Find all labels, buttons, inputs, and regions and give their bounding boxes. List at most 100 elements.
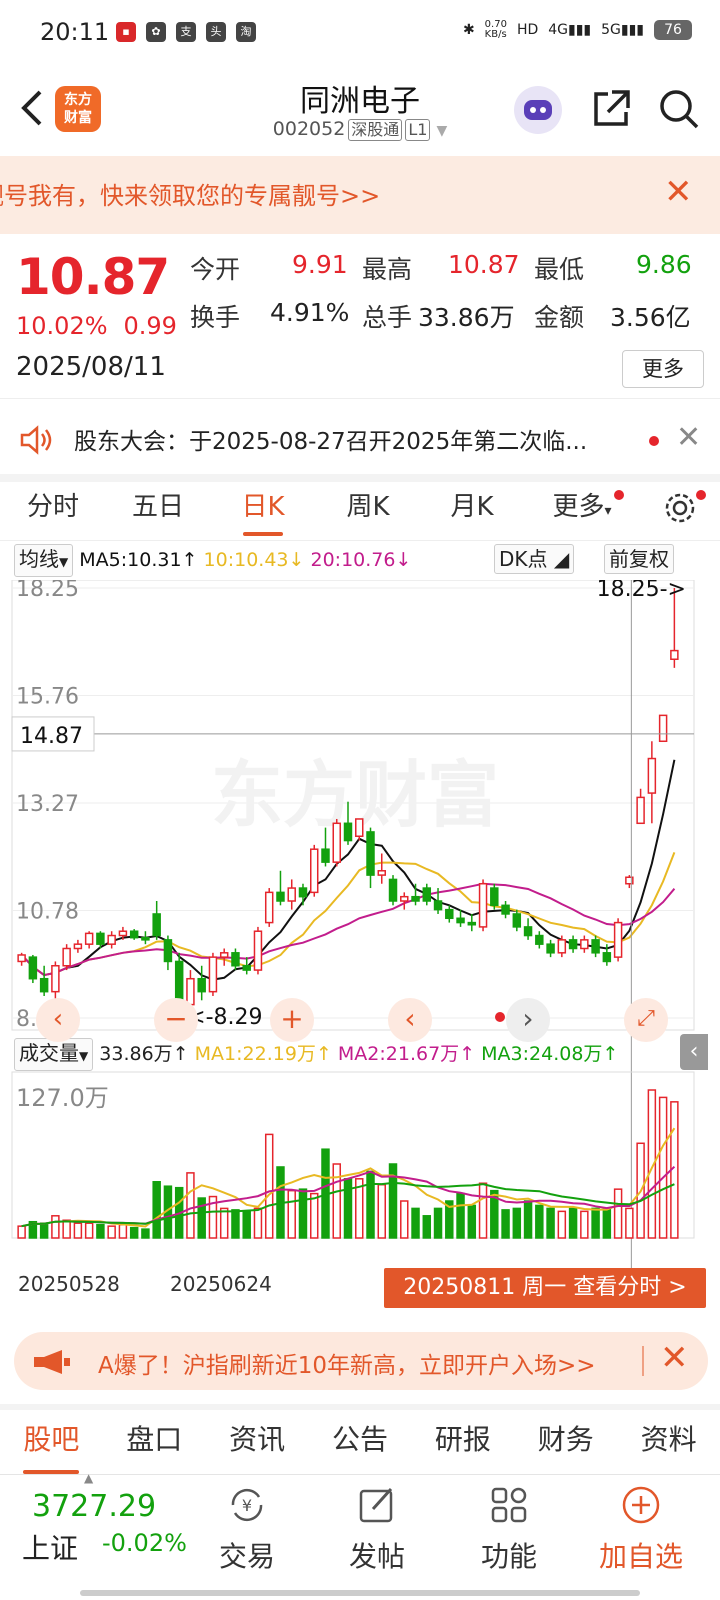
low-label: 最低 bbox=[534, 255, 585, 284]
back-arrow-icon[interactable] bbox=[18, 88, 48, 128]
volume-current: 33.86万↑ bbox=[99, 1043, 189, 1065]
y-tick-label: 10.78 bbox=[16, 900, 79, 925]
adjust-button[interactable]: 前复权 bbox=[604, 544, 674, 574]
volume-max-label: 127.0万 bbox=[16, 1084, 109, 1112]
post-label: 发帖 bbox=[348, 1540, 405, 1573]
chart-settings-button[interactable] bbox=[640, 482, 720, 540]
volume-bar bbox=[219, 1207, 229, 1239]
tab-five-day[interactable]: 五日 bbox=[106, 482, 210, 540]
volume-bar bbox=[51, 1215, 60, 1239]
current-price: 10.87 bbox=[16, 248, 170, 306]
account-promo-banner[interactable]: A爆了！沪指刷新近10年新高，立即开户入场>> ✕ bbox=[14, 1332, 708, 1390]
tab-monthly-k[interactable]: 月K bbox=[420, 482, 524, 540]
scroll-right-button[interactable]: › bbox=[506, 998, 550, 1042]
amount-label: 金额 bbox=[534, 303, 585, 332]
candle-body bbox=[613, 921, 623, 958]
fullscreen-button[interactable]: ⤢ bbox=[624, 998, 668, 1042]
y-tick-label: 13.27 bbox=[16, 792, 79, 817]
index-value[interactable]: 3727.29 bbox=[32, 1489, 156, 1524]
volume-bar bbox=[129, 1226, 139, 1239]
volume-bar bbox=[73, 1222, 83, 1239]
post-button[interactable]: 发帖 bbox=[322, 1475, 432, 1575]
vol-ma3: MA3:24.08万↑ bbox=[481, 1043, 619, 1065]
candle-body bbox=[253, 930, 263, 971]
scroll-left-button[interactable]: ‹ bbox=[388, 998, 432, 1042]
index-name[interactable]: 上证 bbox=[22, 1527, 78, 1567]
candle-body bbox=[568, 939, 578, 950]
close-icon[interactable]: ✕ bbox=[660, 1338, 689, 1378]
volume-selector[interactable]: 成交量▼ bbox=[14, 1038, 94, 1071]
kline-chart[interactable]: 18.2515.7613.2710.788.29东方财富14.8718.25->… bbox=[0, 580, 720, 1300]
close-icon[interactable]: ✕ bbox=[664, 174, 693, 210]
ai-assistant-icon[interactable] bbox=[514, 86, 562, 134]
tab-news[interactable]: 资讯 bbox=[206, 1410, 309, 1474]
functions-button[interactable]: 功能 bbox=[454, 1475, 564, 1575]
crosshair-price-label: 14.87 bbox=[20, 724, 83, 749]
volume-bar bbox=[613, 1188, 623, 1239]
net-speed: 0.70 KB/s bbox=[484, 19, 507, 40]
megaphone-icon bbox=[34, 1350, 70, 1374]
tab-finance[interactable]: 财务 bbox=[514, 1410, 617, 1474]
index-change[interactable]: -0.02% bbox=[102, 1529, 187, 1557]
candle-body bbox=[107, 934, 116, 945]
candle-body bbox=[321, 848, 330, 863]
candle-body bbox=[377, 870, 387, 876]
dk-point-button[interactable]: DK点 ◢ bbox=[494, 544, 575, 574]
history-back-button[interactable]: ‹ bbox=[36, 998, 80, 1042]
tab-profile[interactable]: 资料 bbox=[617, 1410, 720, 1474]
volume-bar bbox=[84, 1222, 94, 1239]
tab-announcements[interactable]: 公告 bbox=[309, 1410, 412, 1474]
tab-guba[interactable]: 股吧 bbox=[0, 1410, 103, 1474]
view-intraday-button[interactable]: 20250811 周一 查看分时 > bbox=[384, 1268, 706, 1308]
caret-up-icon: ▲ bbox=[84, 1471, 94, 1485]
volume-bar bbox=[400, 1200, 409, 1239]
signal-4g-icon: 4G▮▮▮ bbox=[548, 22, 592, 38]
ma-legend: 均线▼ MA5:10.31↑ 10:10.43↓ 20:10.76↓ DK点 ◢… bbox=[14, 544, 714, 580]
tab-daily-k[interactable]: 日K bbox=[210, 482, 316, 540]
tab-intraday[interactable]: 分时 bbox=[0, 482, 106, 540]
zoom-in-button[interactable]: + bbox=[270, 998, 314, 1042]
volume-bar bbox=[467, 1204, 477, 1239]
close-icon[interactable]: ✕ bbox=[676, 420, 701, 455]
divider bbox=[0, 540, 720, 541]
candle-body bbox=[298, 887, 308, 898]
volume-bar bbox=[377, 1183, 387, 1239]
announcement-bar[interactable]: 股东大会：于2025-08-27召开2025年第二次临... ✕ bbox=[0, 404, 720, 474]
promo-banner[interactable]: 靓号我有，快来领取您的专属靓号>> ✕ bbox=[0, 156, 720, 234]
volume-bar bbox=[152, 1181, 161, 1239]
candle-body bbox=[557, 939, 567, 954]
vol-ma1: MA1:22.19万↑ bbox=[194, 1043, 332, 1065]
chart-period-tabs: 分时 五日 日K 周K 月K 更多▾ bbox=[0, 482, 720, 540]
promo-text: 靓号我有，快来领取您的专属靓号>> bbox=[0, 182, 381, 210]
battery-icon: 76 bbox=[654, 20, 692, 40]
candle-body bbox=[343, 822, 353, 842]
more-quote-button[interactable]: 更多 bbox=[622, 350, 704, 388]
candle-body bbox=[73, 943, 83, 950]
volume-bar bbox=[580, 1210, 589, 1239]
section-tabs: 股吧 盘口 资讯 公告 研报 财务 资料 bbox=[0, 1410, 720, 1474]
volume-label: 总手 bbox=[362, 303, 413, 332]
search-icon[interactable] bbox=[658, 88, 700, 130]
candle-body bbox=[17, 954, 26, 963]
stock-code: 002052 bbox=[272, 118, 346, 140]
tab-more[interactable]: 更多▾ bbox=[524, 482, 640, 540]
tab-weekly-k[interactable]: 周K bbox=[316, 482, 420, 540]
trade-button[interactable]: ¥ 交易 bbox=[192, 1475, 302, 1575]
candle-body bbox=[512, 913, 522, 928]
svg-text:¥: ¥ bbox=[242, 1496, 252, 1515]
divider bbox=[0, 398, 720, 399]
candle-body bbox=[535, 934, 544, 945]
share-icon[interactable] bbox=[590, 88, 632, 130]
toutiao-icon: 头 bbox=[206, 22, 226, 42]
zoom-out-button[interactable]: − bbox=[154, 998, 198, 1042]
promo-text: A爆了！沪指刷新近10年新高，立即开户入场>> bbox=[98, 1353, 596, 1379]
collapse-panel-button[interactable]: ‹ bbox=[680, 1034, 708, 1070]
volume-bar bbox=[366, 1170, 375, 1239]
candle-body bbox=[467, 921, 477, 926]
unread-dot bbox=[614, 490, 624, 500]
volume-bar bbox=[602, 1207, 612, 1239]
tab-research[interactable]: 研报 bbox=[411, 1410, 514, 1474]
add-watchlist-button[interactable]: 加自选 bbox=[586, 1475, 696, 1575]
tab-pankou[interactable]: 盘口 bbox=[103, 1410, 206, 1474]
ma-selector[interactable]: 均线▼ bbox=[14, 544, 74, 577]
